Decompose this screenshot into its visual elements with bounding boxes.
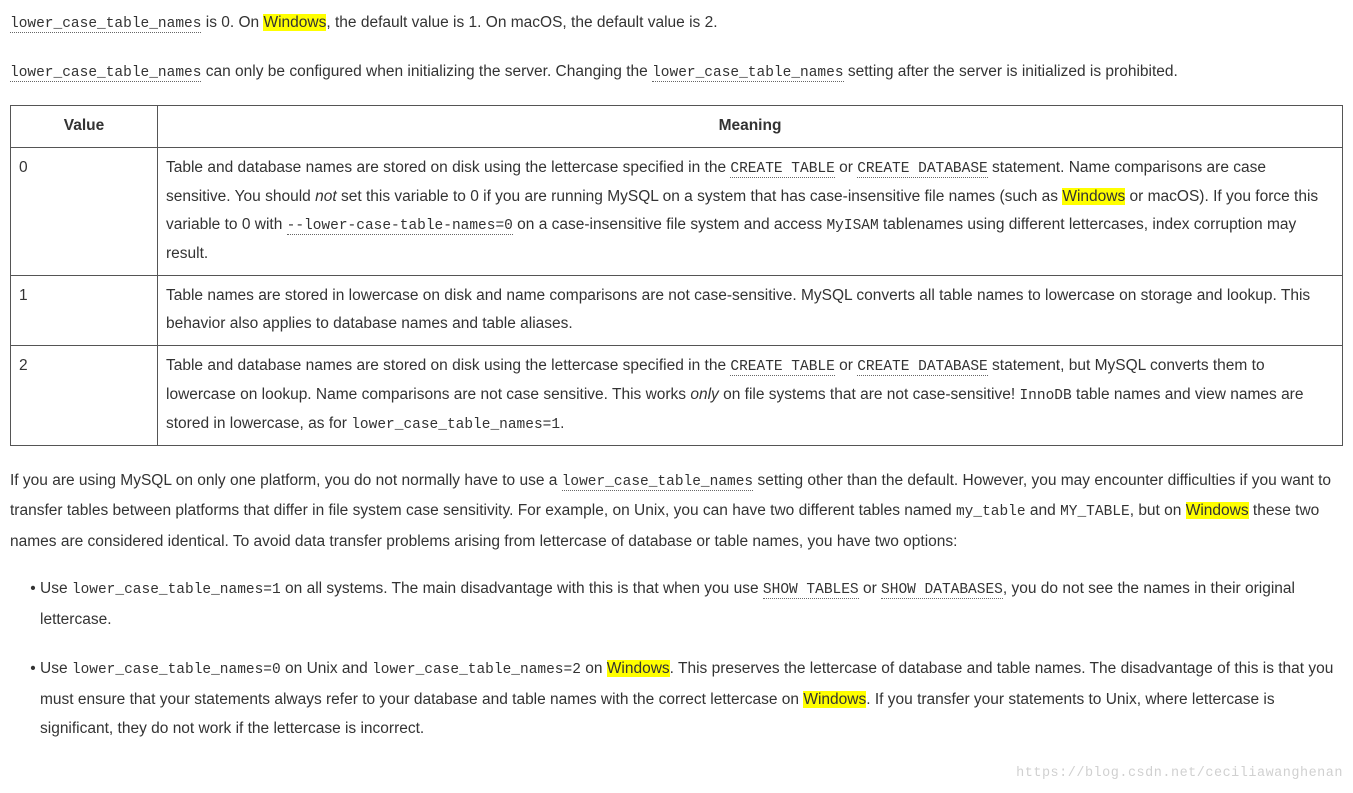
highlight-windows: Windows [1186,502,1249,519]
emphasis-not: not [315,188,337,205]
code-lctn: lower_case_table_names [652,65,843,82]
text: on a case-insensitive file system and ac… [513,216,827,233]
paragraph-3: If you are using MySQL on only one platf… [10,466,1343,557]
code-create-table: CREATE TABLE [730,161,834,178]
text: on Unix and [281,660,372,677]
text: or [835,357,857,374]
text: set this variable to 0 if you are runnin… [337,188,1063,205]
paragraph-2: lower_case_table_names can only be confi… [10,57,1343,88]
code-lctn1: lower_case_table_names=1 [351,417,560,433]
table-row: 2 Table and database names are stored on… [11,346,1343,445]
text: Table and database names are stored on d… [166,159,730,176]
code-lctn: lower_case_table_names [562,474,753,491]
cell-value: 0 [11,147,158,275]
code-show-databases: SHOW DATABASES [881,582,1003,599]
code-lctn1: lower_case_table_names=1 [72,582,281,598]
list-item: Use lower_case_table_names=0 on Unix and… [40,654,1343,743]
watermark: https://blog.csdn.net/ceciliawanghenan [1016,761,1343,787]
code-mytable-upper: MY_TABLE [1060,504,1130,520]
text: setting after the server is initialized … [844,63,1178,80]
text: or [835,159,857,176]
cell-meaning: Table and database names are stored on d… [158,346,1343,445]
table-row: 1 Table names are stored in lowercase on… [11,275,1343,345]
cell-meaning: Table names are stored in lowercase on d… [158,275,1343,345]
code-lctn: lower_case_table_names [10,65,201,82]
text: Use [40,580,72,597]
highlight-windows: Windows [263,14,326,31]
text: on all systems. The main disadvantage wi… [281,580,763,597]
text: , but on [1130,502,1186,519]
highlight-windows: Windows [803,691,866,708]
highlight-windows: Windows [607,660,670,677]
text: on file systems that are not case-sensit… [719,386,1020,403]
paragraph-1: lower_case_table_names is 0. On Windows,… [10,8,1343,39]
code-lctn: lower_case_table_names [10,16,201,33]
text: If you are using MySQL on only one platf… [10,472,562,489]
code-lctn2: lower_case_table_names=2 [372,662,581,678]
text: Table and database names are stored on d… [166,357,730,374]
options-list: Use lower_case_table_names=1 on all syst… [10,574,1343,743]
text: is 0. On [201,14,263,31]
cell-meaning: Table and database names are stored on d… [158,147,1343,275]
text: can only be configured when initializing… [201,63,652,80]
code-innodb: InnoDB [1019,388,1071,404]
code-option: --lower-case-table-names=0 [287,218,513,235]
values-table: Value Meaning 0 Table and database names… [10,105,1343,445]
text: Use [40,660,72,677]
code-lctn0: lower_case_table_names=0 [72,662,281,678]
cell-value: 2 [11,346,158,445]
code-myisam: MyISAM [826,218,878,234]
table-row: 0 Table and database names are stored on… [11,147,1343,275]
list-item: Use lower_case_table_names=1 on all syst… [40,574,1343,634]
code-show-tables: SHOW TABLES [763,582,859,599]
text: or [859,580,881,597]
code-create-database: CREATE DATABASE [857,359,988,376]
text: . [560,415,564,432]
col-value: Value [11,106,158,148]
text: and [1026,502,1060,519]
code-mytable-lower: my_table [956,504,1026,520]
code-create-table: CREATE TABLE [730,359,834,376]
table-header-row: Value Meaning [11,106,1343,148]
highlight-windows: Windows [1062,188,1125,205]
code-create-database: CREATE DATABASE [857,161,988,178]
text: on [581,660,607,677]
emphasis-only: only [690,386,718,403]
cell-value: 1 [11,275,158,345]
col-meaning: Meaning [158,106,1343,148]
text: , the default value is 1. On macOS, the … [326,14,717,31]
